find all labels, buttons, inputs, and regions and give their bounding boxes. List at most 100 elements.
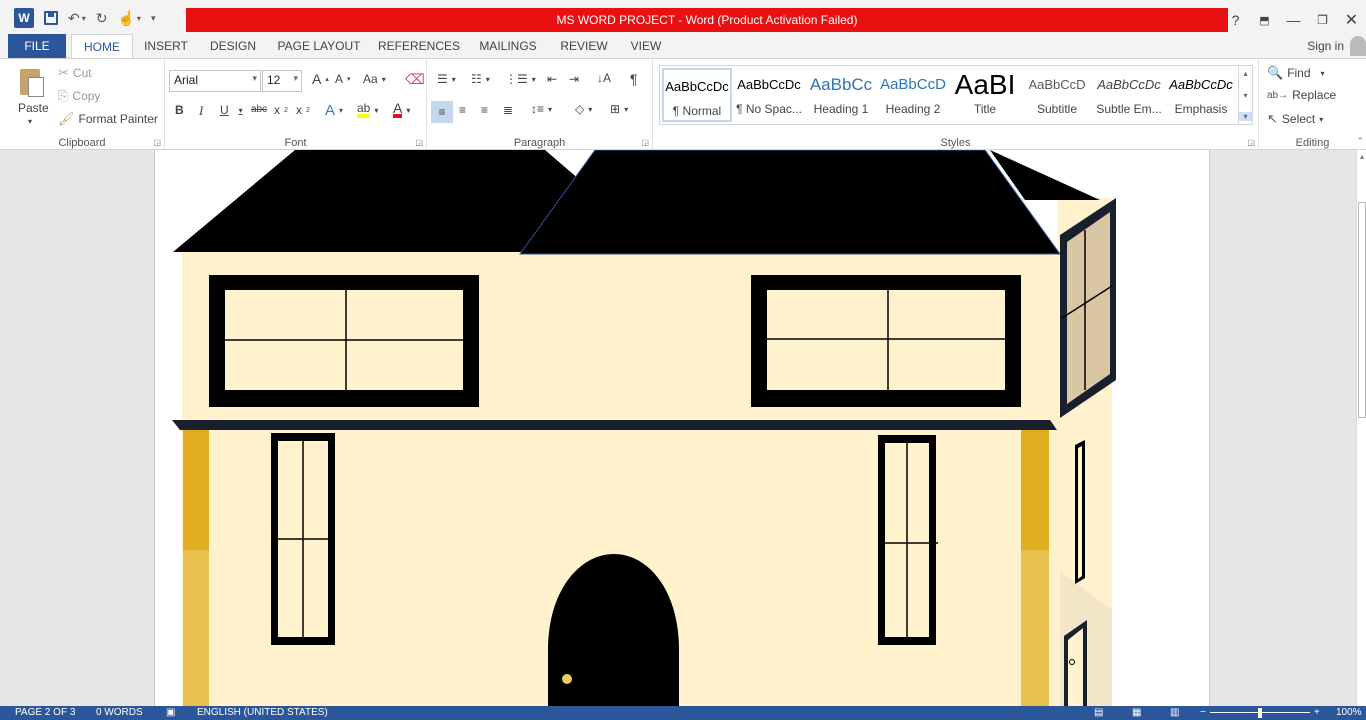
scrollbar-thumb[interactable] <box>1358 202 1366 418</box>
upper-window-right-glass <box>767 290 1005 390</box>
copy-button[interactable]: ⎘ Copy <box>58 88 100 104</box>
proofing-icon[interactable]: ▣ <box>166 707 175 718</box>
paste-icon[interactable] <box>20 65 46 97</box>
style-name: Heading 1 <box>813 102 869 116</box>
left-roof[interactable] <box>173 150 580 252</box>
strikethrough-icon[interactable]: abc <box>251 104 267 115</box>
help-button[interactable]: ? <box>1221 12 1250 28</box>
sort-icon[interactable]: ↓A <box>597 71 611 85</box>
style-heading-1[interactable]: AaBbCc Heading 1 <box>806 68 876 122</box>
align-left-icon[interactable]: ≡ <box>431 101 453 123</box>
vertical-scrollbar[interactable]: ▴ <box>1356 150 1366 706</box>
font-launcher-icon[interactable]: ◲ <box>415 138 423 147</box>
gallery-up-icon[interactable]: ▴ <box>1243 69 1247 78</box>
web-layout-icon[interactable]: ▥ <box>1170 707 1179 718</box>
shading-icon[interactable]: ◇ ▾ <box>575 102 592 116</box>
zoom-slider-thumb[interactable] <box>1258 708 1262 718</box>
paste-dropdown-icon[interactable]: ▾ <box>28 117 32 126</box>
italic-icon[interactable]: I <box>199 103 203 119</box>
numbering-icon[interactable]: ☷ ▾ <box>471 72 490 86</box>
tab-references[interactable]: REFERENCES <box>378 34 460 58</box>
justify-icon[interactable]: ≣ <box>503 103 513 117</box>
bold-icon[interactable]: B <box>175 103 184 117</box>
show-formatting-icon[interactable]: ¶ <box>630 71 638 87</box>
superscript-icon[interactable]: x2 <box>296 103 310 117</box>
select-button[interactable]: ↖ Select ▾ <box>1267 111 1323 127</box>
redo-icon[interactable]: ↻ <box>96 10 108 27</box>
tab-page-layout[interactable]: PAGE LAYOUT <box>275 34 363 58</box>
zoom-level[interactable]: 100% <box>1336 707 1362 718</box>
tab-mailings[interactable]: MAILINGS <box>474 34 542 58</box>
tab-view[interactable]: VIEW <box>624 34 668 58</box>
subscript-icon[interactable]: x2 <box>274 103 288 117</box>
paste-button[interactable]: Paste <box>18 101 49 115</box>
word-logo-icon[interactable]: W <box>14 8 34 28</box>
style-emphasis[interactable]: AaBbCcDc Emphasis <box>1166 68 1236 122</box>
gallery-down-icon[interactable]: ▾ <box>1243 91 1247 100</box>
style-heading-2[interactable]: AaBbCcD Heading 2 <box>878 68 948 122</box>
touch-mode-icon[interactable]: ☝ ▾ <box>117 10 140 27</box>
language-indicator[interactable]: ENGLISH (UNITED STATES) <box>197 707 328 718</box>
tab-file[interactable]: FILE <box>8 34 66 58</box>
style-no-spacing[interactable]: AaBbCcDc ¶ No Spac... <box>734 68 804 122</box>
clear-formatting-icon[interactable]: ⌫ <box>405 71 425 88</box>
align-center-icon[interactable]: ≡ <box>459 103 466 117</box>
save-icon[interactable] <box>44 11 58 25</box>
highlight-color-icon[interactable]: ab ▾ <box>357 102 378 118</box>
style-subtitle[interactable]: AaBbCcD Subtitle <box>1022 68 1092 122</box>
print-layout-icon[interactable]: ▦ <box>1132 707 1141 718</box>
shrink-font-icon[interactable]: A ▾ <box>335 72 351 86</box>
font-size-select[interactable]: 12 ▾ <box>262 70 302 92</box>
font-color-icon[interactable]: A ▾ <box>393 101 410 118</box>
zoom-out-icon[interactable]: − <box>1200 707 1206 718</box>
user-avatar-icon[interactable] <box>1350 36 1366 56</box>
style-preview: AaBbCcD <box>1028 77 1086 92</box>
ribbon: Paste ▾ ✂ Cut ⎘ Copy 🖌 Format Painter Cl… <box>0 58 1366 151</box>
paragraph-launcher-icon[interactable]: ◲ <box>641 138 649 147</box>
word-count[interactable]: 0 WORDS <box>96 707 143 718</box>
restore-button[interactable]: ❐ <box>1308 13 1337 27</box>
tab-home[interactable]: HOME <box>71 34 133 59</box>
ribbon-display-icon[interactable]: ⬒ <box>1250 14 1279 27</box>
chevron-down-icon: ▾ <box>293 73 298 83</box>
left-pillar-shade <box>183 550 209 706</box>
underline-icon[interactable]: U ▾ <box>220 103 243 117</box>
styles-launcher-icon[interactable]: ◲ <box>1247 138 1255 147</box>
line-spacing-icon[interactable]: ↕≡ ▾ <box>531 102 552 116</box>
borders-icon[interactable]: ⊞ ▾ <box>610 102 628 116</box>
tab-review[interactable]: REVIEW <box>557 34 611 58</box>
document-page[interactable] <box>154 150 1210 706</box>
style-title[interactable]: AaBI Title <box>950 68 1020 122</box>
text-effects-icon[interactable]: A ▾ <box>325 102 343 119</box>
minimize-button[interactable]: — <box>1279 12 1308 28</box>
style-normal[interactable]: AaBbCcDc ¶ Normal <box>662 68 732 122</box>
customize-qat-icon[interactable]: ▾ <box>151 13 156 24</box>
page-count[interactable]: PAGE 2 OF 3 <box>15 707 75 718</box>
undo-icon[interactable]: ↶ ▾ <box>68 10 86 27</box>
zoom-in-icon[interactable]: + <box>1314 707 1320 718</box>
close-button[interactable]: ✕ <box>1337 10 1366 30</box>
find-button[interactable]: 🔍 Find ▾ <box>1267 65 1325 81</box>
clipboard-launcher-icon[interactable]: ◲ <box>153 138 161 147</box>
tab-design[interactable]: DESIGN <box>204 34 262 58</box>
gallery-more-icon[interactable]: ▾ <box>1239 112 1252 121</box>
cut-button[interactable]: ✂ Cut <box>58 65 92 81</box>
main-roof[interactable] <box>519 150 1061 255</box>
format-painter-button[interactable]: 🖌 Format Painter <box>58 111 158 127</box>
side-door-panel <box>1068 628 1083 706</box>
style-subtle-emphasis[interactable]: AaBbCcDc Subtle Em... <box>1094 68 1164 122</box>
font-family-select[interactable]: Arial ▾ <box>169 70 261 92</box>
increase-indent-icon[interactable]: ⇥ <box>569 72 579 86</box>
scroll-up-icon[interactable]: ▴ <box>1357 152 1366 161</box>
read-mode-icon[interactable]: ▤ <box>1094 707 1103 718</box>
sign-in-link[interactable]: Sign in <box>1307 39 1344 53</box>
multilevel-list-icon[interactable]: ⋮☰ ▾ <box>505 72 536 86</box>
change-case-button[interactable]: Aa ▾ <box>363 72 386 86</box>
tab-insert[interactable]: INSERT <box>140 34 192 58</box>
collapse-ribbon-icon[interactable]: ⌃ <box>1356 136 1364 147</box>
bullets-icon[interactable]: ☰ ▾ <box>437 72 456 86</box>
decrease-indent-icon[interactable]: ⇤ <box>547 72 557 86</box>
grow-font-icon[interactable]: A ▴ <box>312 71 329 87</box>
align-right-icon[interactable]: ≡ <box>481 103 488 117</box>
replace-button[interactable]: ab→ Replace <box>1267 88 1336 102</box>
